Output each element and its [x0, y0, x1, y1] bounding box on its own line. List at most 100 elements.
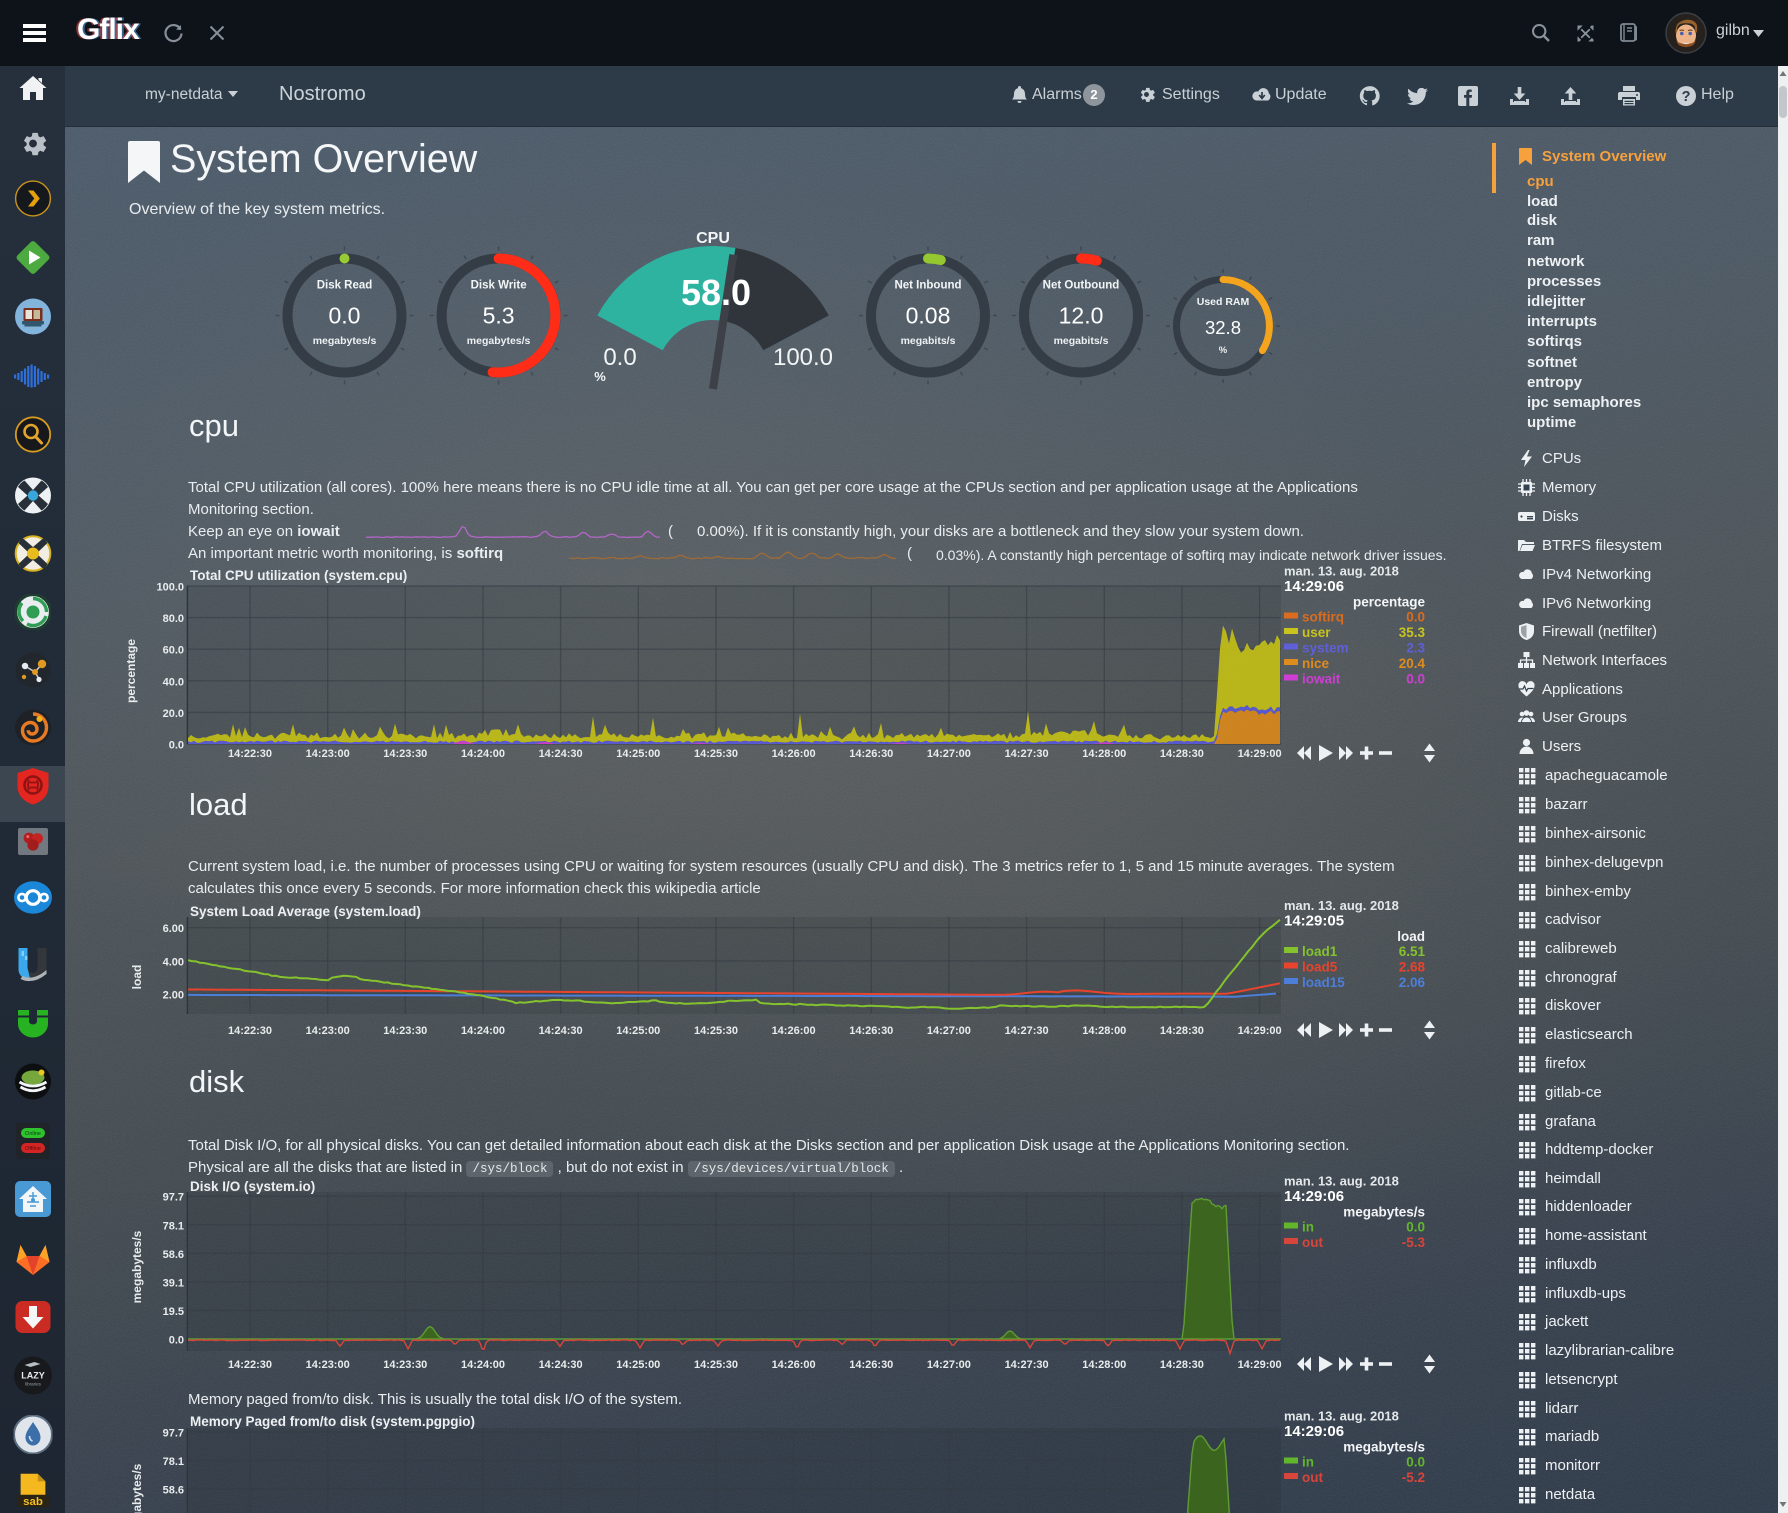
svg-text:14:27:00: 14:27:00 [927, 748, 971, 760]
svg-text:14:29:06: 14:29:06 [1284, 1188, 1344, 1205]
svg-text:%: % [594, 369, 606, 384]
svg-text:megabytes/s: megabytes/s [1343, 1205, 1425, 1220]
svg-text:14:29:06: 14:29:06 [1284, 1423, 1344, 1440]
svg-text:14:26:00: 14:26:00 [772, 1359, 816, 1371]
svg-text:14:26:30: 14:26:30 [849, 1025, 893, 1037]
svg-text:out: out [1302, 1235, 1323, 1250]
svg-text:14:24:00: 14:24:00 [461, 1025, 505, 1037]
svg-text:78.1: 78.1 [163, 1456, 184, 1468]
svg-text:user: user [1302, 625, 1331, 640]
svg-text:14:28:30: 14:28:30 [1160, 1025, 1204, 1037]
svg-text:97.7: 97.7 [163, 1428, 184, 1440]
svg-text:load: load [1397, 929, 1425, 944]
svg-text:load1: load1 [1302, 944, 1338, 959]
svg-text:40.0: 40.0 [163, 676, 184, 688]
svg-text:LAZY: LAZY [21, 1371, 45, 1381]
svg-text:39.1: 39.1 [163, 1277, 184, 1289]
svg-text:35.3: 35.3 [1399, 625, 1426, 640]
svg-text:100.0: 100.0 [773, 344, 833, 371]
svg-text:12.0: 12.0 [1059, 303, 1104, 329]
svg-text:libraries: libraries [25, 1382, 42, 1387]
svg-text:14:23:30: 14:23:30 [383, 1025, 427, 1037]
svg-text:?: ? [1682, 89, 1691, 105]
svg-text:14:29:00: 14:29:00 [1238, 1359, 1282, 1371]
svg-text:2.06: 2.06 [1399, 975, 1426, 990]
svg-text:14:23:30: 14:23:30 [383, 748, 427, 760]
svg-text:0.08: 0.08 [906, 303, 951, 329]
svg-text:megabits/s: megabits/s [1054, 335, 1109, 347]
svg-text:man. 13. aug. 2018: man. 13. aug. 2018 [1284, 898, 1399, 913]
svg-text:6.00: 6.00 [163, 923, 184, 935]
svg-text:CPU: CPU [696, 230, 730, 247]
svg-text:14:29:00: 14:29:00 [1238, 748, 1282, 760]
svg-text:Disk Read: Disk Read [317, 280, 373, 292]
svg-text:Online: Online [25, 1131, 41, 1137]
svg-text:14:27:30: 14:27:30 [1005, 1025, 1049, 1037]
svg-text:14:28:30: 14:28:30 [1160, 1359, 1204, 1371]
svg-text:in: in [1302, 1455, 1314, 1470]
svg-text:14:27:30: 14:27:30 [1005, 1359, 1049, 1371]
svg-text:14:26:30: 14:26:30 [849, 1359, 893, 1371]
svg-text:14:26:00: 14:26:00 [772, 748, 816, 760]
svg-text:0.0: 0.0 [169, 740, 184, 752]
svg-text:5.3: 5.3 [483, 303, 515, 329]
svg-text:sab: sab [23, 1496, 43, 1508]
svg-text:megabytes/s: megabytes/s [130, 1463, 144, 1513]
svg-text:14:24:00: 14:24:00 [461, 748, 505, 760]
svg-text:man. 13. aug. 2018: man. 13. aug. 2018 [1284, 1409, 1399, 1424]
svg-text:14:28:30: 14:28:30 [1160, 748, 1204, 760]
svg-text:14:27:00: 14:27:00 [927, 1025, 971, 1037]
svg-text:2.3: 2.3 [1406, 641, 1425, 656]
svg-text:0.0: 0.0 [169, 1335, 184, 1347]
svg-text:58.6: 58.6 [163, 1249, 184, 1261]
svg-text:14:28:00: 14:28:00 [1082, 1025, 1126, 1037]
svg-text:20.4: 20.4 [1399, 656, 1426, 671]
svg-text:2.68: 2.68 [1399, 960, 1426, 975]
svg-text:100.0: 100.0 [156, 582, 184, 594]
svg-text:percentage: percentage [124, 639, 138, 703]
svg-text:14:23:30: 14:23:30 [383, 1359, 427, 1371]
svg-text:14:28:00: 14:28:00 [1082, 748, 1126, 760]
svg-text:14:22:30: 14:22:30 [228, 1359, 272, 1371]
svg-text:out: out [1302, 1470, 1323, 1485]
svg-text:load5: load5 [1302, 960, 1338, 975]
svg-text:14:24:30: 14:24:30 [539, 1359, 583, 1371]
svg-text:load: load [130, 965, 144, 990]
svg-text:%: % [1219, 345, 1228, 356]
svg-text:system: system [1302, 641, 1349, 656]
svg-text:0.0: 0.0 [1406, 1455, 1425, 1470]
svg-text:80.0: 80.0 [163, 613, 184, 625]
svg-text:Net Inbound: Net Inbound [894, 280, 961, 292]
svg-text:0.0: 0.0 [603, 344, 636, 371]
svg-text:14:26:00: 14:26:00 [772, 1025, 816, 1037]
svg-text:14:23:00: 14:23:00 [306, 748, 350, 760]
svg-text:megabytes/s: megabytes/s [313, 335, 377, 347]
svg-text:megabytes/s: megabytes/s [1343, 1440, 1425, 1455]
svg-text:-5.3: -5.3 [1402, 1235, 1426, 1250]
svg-text:0.0: 0.0 [1406, 610, 1425, 625]
svg-text:14:23:00: 14:23:00 [306, 1359, 350, 1371]
svg-text:19.5: 19.5 [163, 1306, 184, 1318]
svg-text:60.0: 60.0 [163, 645, 184, 657]
svg-text:megabytes/s: megabytes/s [467, 335, 531, 347]
svg-text:14:28:00: 14:28:00 [1082, 1359, 1126, 1371]
svg-text:0.0: 0.0 [329, 303, 361, 329]
svg-text:20.0: 20.0 [163, 708, 184, 720]
svg-text:14:24:00: 14:24:00 [461, 1359, 505, 1371]
svg-text:14:22:30: 14:22:30 [228, 748, 272, 760]
svg-text:4.00: 4.00 [163, 956, 184, 968]
svg-text:Disk Write: Disk Write [471, 280, 527, 292]
svg-text:97.7: 97.7 [163, 1192, 184, 1204]
svg-text:nice: nice [1302, 656, 1330, 671]
svg-text:Offline: Offline [25, 1146, 41, 1152]
svg-text:0.0: 0.0 [1406, 672, 1425, 687]
svg-text:58.6: 58.6 [163, 1485, 184, 1497]
svg-text:Net Outbound: Net Outbound [1043, 280, 1120, 292]
svg-text:load15: load15 [1302, 975, 1345, 990]
svg-text:14:25:30: 14:25:30 [694, 1359, 738, 1371]
svg-text:58.0: 58.0 [681, 272, 751, 313]
svg-text:14:25:00: 14:25:00 [616, 1025, 660, 1037]
svg-text:14:23:00: 14:23:00 [306, 1025, 350, 1037]
svg-text:megabytes/s: megabytes/s [130, 1230, 144, 1303]
svg-text:14:22:30: 14:22:30 [228, 1025, 272, 1037]
